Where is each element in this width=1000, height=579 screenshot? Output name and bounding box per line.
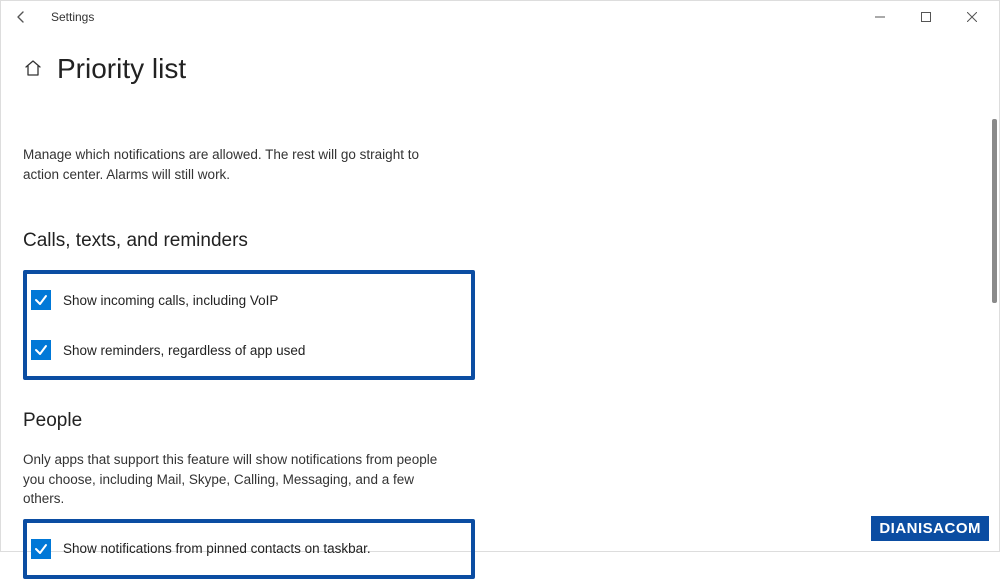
maximize-button[interactable]	[903, 2, 949, 32]
back-button[interactable]	[9, 5, 33, 29]
checkbox-incoming-calls[interactable]	[31, 290, 51, 310]
close-button[interactable]	[949, 2, 995, 32]
app-title: Settings	[51, 10, 94, 24]
checkbox-reminders[interactable]	[31, 340, 51, 360]
section-heading-people: People	[23, 410, 701, 432]
window-controls	[857, 2, 995, 32]
section-description-people: Only apps that support this feature will…	[23, 450, 453, 509]
highlight-group-people: Show notifications from pinned contacts …	[23, 519, 475, 579]
minimize-button[interactable]	[857, 2, 903, 32]
scrollbar-thumb[interactable]	[992, 119, 997, 303]
checkbox-row-reminders[interactable]: Show reminders, regardless of app used	[31, 338, 461, 362]
checkbox-pinned-contacts[interactable]	[31, 539, 51, 559]
page-content: Priority list Manage which notifications…	[1, 33, 701, 579]
watermark: DIANISACOM	[871, 516, 989, 541]
checkbox-label: Show incoming calls, including VoIP	[63, 293, 278, 308]
section-heading-calls: Calls, texts, and reminders	[23, 230, 701, 252]
page-description: Manage which notifications are allowed. …	[23, 145, 423, 184]
checkbox-row-pinned-contacts[interactable]: Show notifications from pinned contacts …	[31, 537, 461, 561]
page-title: Priority list	[57, 53, 186, 85]
checkbox-label: Show reminders, regardless of app used	[63, 343, 305, 358]
checkbox-label: Show notifications from pinned contacts …	[63, 541, 371, 556]
title-bar: Settings	[1, 1, 999, 33]
highlight-group-calls: Show incoming calls, including VoIP Show…	[23, 270, 475, 380]
checkbox-row-incoming-calls[interactable]: Show incoming calls, including VoIP	[31, 288, 461, 312]
home-icon[interactable]	[23, 58, 43, 81]
